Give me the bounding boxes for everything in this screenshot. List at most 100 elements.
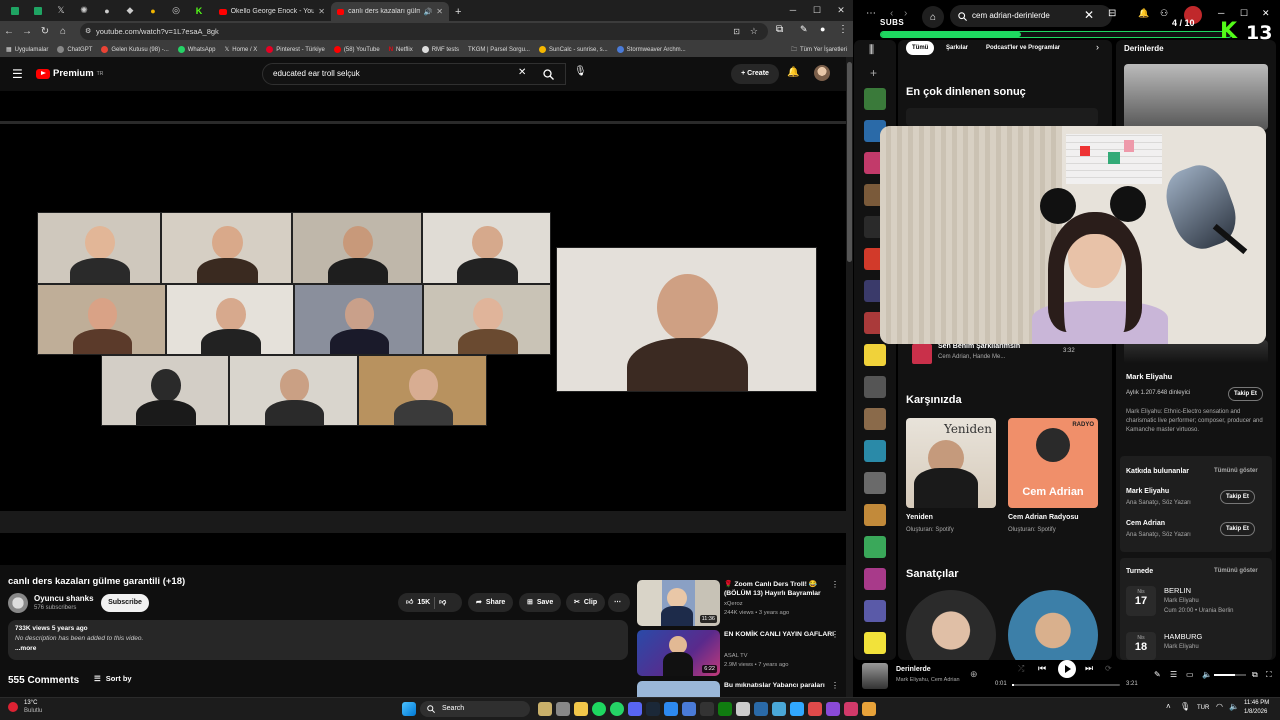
chevron-up-icon[interactable]: ˄ xyxy=(1166,702,1171,711)
hamburger-menu-icon[interactable]: ☰ xyxy=(12,67,23,81)
app-icon[interactable] xyxy=(682,702,696,716)
channel-name[interactable]: xQeroz xyxy=(724,601,743,607)
close-icon[interactable]: ✕ xyxy=(1262,8,1270,19)
github-icon[interactable]: ● xyxy=(99,0,115,21)
show-all-link[interactable]: Tümünü göster xyxy=(1214,568,1258,574)
x-icon[interactable]: 𝕏 xyxy=(53,0,69,21)
clock-date[interactable]: 1/8/2026 xyxy=(1244,709,1267,715)
clock-time[interactable]: 11:46 PM xyxy=(1244,700,1269,706)
taskbar-search[interactable]: Search xyxy=(420,701,530,717)
bookmark-netflix[interactable]: N Netflix xyxy=(389,47,413,53)
show-more-link[interactable]: ...more xyxy=(15,645,621,652)
close-icon[interactable]: ✕ xyxy=(829,0,853,21)
forward-icon[interactable]: → xyxy=(18,26,36,37)
more-actions-button[interactable]: ⋯ xyxy=(608,593,630,612)
clip-button[interactable]: ✂ Clip xyxy=(566,593,606,612)
spotify-menu-icon[interactable]: ⋯ xyxy=(866,8,876,19)
app-icon[interactable] xyxy=(754,702,768,716)
card-title[interactable]: Cem Adrian Radyosu xyxy=(1008,514,1079,521)
now-playing-title[interactable]: Derinlerde xyxy=(896,666,931,673)
app-icon[interactable] xyxy=(844,702,858,716)
bookmark-tkgm[interactable]: TKGM | Parsel Sorgu... xyxy=(468,47,530,53)
site-info-icon[interactable]: ⚙ xyxy=(85,23,91,40)
lyrics-icon[interactable]: ✎ xyxy=(1154,670,1161,679)
artist-image[interactable] xyxy=(1008,590,1098,660)
task-view-icon[interactable] xyxy=(556,702,570,716)
follow-button[interactable]: Takip Et xyxy=(1220,522,1255,536)
share-button[interactable]: ➦ Share xyxy=(468,593,514,612)
previous-icon[interactable]: ⏮ xyxy=(1038,663,1046,674)
browse-icon[interactable]: ⊟ xyxy=(1108,8,1116,19)
follow-button[interactable]: Takip Et xyxy=(1228,387,1263,401)
chrome-icon[interactable] xyxy=(862,702,876,716)
maximize-icon[interactable]: ☐ xyxy=(805,0,829,21)
play-button[interactable] xyxy=(1058,660,1076,678)
shuffle-icon[interactable]: ⤮ xyxy=(1018,664,1024,674)
tab-youtube-okello[interactable]: Okello George Enock - YouTube ✕ xyxy=(213,2,331,21)
fullscreen-icon[interactable]: ⛶ xyxy=(1266,670,1272,680)
recommended-video[interactable]: 11:36 🌹 Zoom Canlı Ders Troll! 😂 (BÖLÜM … xyxy=(637,580,847,628)
library-item-cover[interactable] xyxy=(864,376,886,398)
widget-icon[interactable] xyxy=(538,702,552,716)
description-box[interactable]: 733K views 5 years ago No description ha… xyxy=(8,620,628,660)
panel-title[interactable]: Derinlerde xyxy=(1124,44,1164,53)
tour-city[interactable]: BERLIN xyxy=(1164,586,1191,595)
progress-track[interactable] xyxy=(1012,684,1120,686)
channel-name[interactable]: ASAL TV xyxy=(724,653,748,659)
clear-search-icon[interactable]: ✕ xyxy=(1084,8,1094,22)
bookmark-x[interactable]: 𝕏 Home / X xyxy=(224,46,257,54)
minimize-icon[interactable]: ─ xyxy=(781,0,805,21)
library-item-cover[interactable] xyxy=(864,408,886,430)
app-icon[interactable] xyxy=(826,702,840,716)
bookmark-gmail[interactable]: Gelen Kutusu (98) -... xyxy=(101,46,169,53)
all-bookmarks[interactable]: 🗀 Tüm Yer İşaretleri xyxy=(791,45,847,55)
channel-avatar[interactable] xyxy=(8,593,28,613)
bookmark-pinterest[interactable]: Pinterest - Türkiye xyxy=(266,46,325,53)
bookmark-whatsapp[interactable]: WhatsApp xyxy=(177,46,215,53)
volume-icon[interactable]: 🔈 xyxy=(1202,670,1212,679)
volume-icon[interactable]: 🔈 xyxy=(1229,702,1239,711)
more-vertical-icon[interactable]: ⋮ xyxy=(831,681,839,690)
subscribe-button[interactable]: Subscribe xyxy=(101,594,149,612)
chip-podcasts[interactable]: Podcast'ler ve Programlar xyxy=(980,41,1066,55)
recommended-video[interactable]: Bu mıknatıslar Yabancı paraları ⋮ xyxy=(637,681,847,697)
library-item-cover[interactable] xyxy=(864,472,886,494)
microphone-icon[interactable]: 🎙 xyxy=(1180,702,1190,711)
credit-name[interactable]: Mark Eliyahu xyxy=(1126,488,1169,495)
bookmark-suncalc[interactable]: SunCalc - sunrise, s... xyxy=(538,46,608,53)
library-item-cover[interactable] xyxy=(864,600,886,622)
library-item-cover[interactable] xyxy=(864,88,886,110)
chess-tab-icon[interactable]: ● xyxy=(145,0,161,21)
chip-all[interactable]: Tümü xyxy=(906,41,935,55)
app-icon[interactable] xyxy=(808,702,822,716)
video-thumbnail[interactable] xyxy=(637,681,720,697)
minimize-icon[interactable]: ─ xyxy=(1218,8,1224,18)
radio-cover-cem-adrian[interactable]: RADYO Cem Adrian xyxy=(1008,418,1098,508)
profile-icon[interactable]: ● xyxy=(820,24,825,34)
library-item-cover[interactable] xyxy=(864,504,886,526)
home-icon[interactable]: ⌂ xyxy=(54,26,72,37)
chevron-right-icon[interactable]: › xyxy=(1096,42,1099,52)
maximize-icon[interactable]: ☐ xyxy=(1240,8,1248,19)
extension-icon[interactable]: ✎ xyxy=(800,24,808,35)
follow-button[interactable]: Takip Et xyxy=(1220,490,1255,504)
xbox-icon[interactable] xyxy=(718,702,732,716)
close-tab-icon[interactable]: ✕ xyxy=(436,7,443,16)
tab-youtube-active[interactable]: canlı ders kazaları gülme ga... 🔊 ✕ xyxy=(331,2,449,21)
library-item-cover[interactable] xyxy=(864,344,886,366)
like-button[interactable]: 👍︎ 15K xyxy=(406,593,430,612)
add-to-library-icon[interactable]: ⊕ xyxy=(970,669,978,680)
show-all-link[interactable]: Tümünü göster xyxy=(1214,468,1258,474)
spotify-icon[interactable] xyxy=(592,702,606,716)
page-scrollbar[interactable] xyxy=(846,57,853,697)
bookmark-rmf[interactable]: RMF tests xyxy=(421,46,459,53)
chip-songs[interactable]: Şarkılar xyxy=(940,41,974,55)
notifications-bell-icon[interactable]: 🔔 xyxy=(1138,8,1149,19)
video-player[interactable] xyxy=(0,91,846,565)
close-tab-icon[interactable]: ✕ xyxy=(318,7,325,16)
bookmark-apps[interactable]: ▦ Uygulamalar xyxy=(6,46,48,54)
steam-icon[interactable] xyxy=(646,702,660,716)
library-item-cover[interactable] xyxy=(864,536,886,558)
windows-start-icon[interactable] xyxy=(402,702,416,716)
video-thumbnail[interactable]: 11:36 xyxy=(637,580,720,626)
